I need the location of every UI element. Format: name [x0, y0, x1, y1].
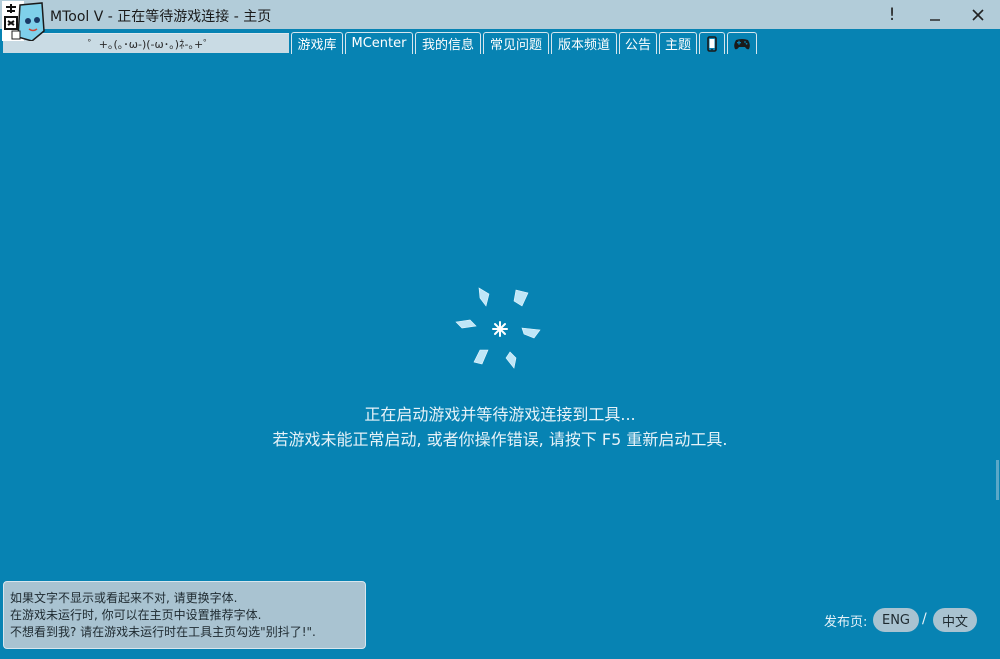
gamepad-icon	[734, 38, 750, 49]
status-hint: 若游戏未能正常启动, 或者你操作错误, 请按下 F5 重新启动工具.	[272, 430, 728, 449]
title-bar: MTool V - 正在等待游戏连接 - 主页 !	[0, 0, 1000, 29]
font-notice-panel: 如果文字不显示或看起来不对, 请更换字体. 在游戏未运行时, 你可以在主页中设置…	[3, 581, 366, 649]
alert-button[interactable]: !	[872, 2, 912, 27]
app-logo-icon	[2, 1, 45, 41]
tab-my-info[interactable]: 我的信息	[415, 32, 481, 54]
notice-line: 如果文字不显示或看起来不对, 请更换字体.	[10, 591, 238, 605]
tab-mcenter[interactable]: MCenter	[345, 32, 413, 54]
tab-game-library[interactable]: 游戏库	[291, 32, 343, 54]
status-message: 正在启动游戏并等待游戏连接到工具...	[364, 405, 636, 424]
minimize-button[interactable]	[915, 2, 955, 27]
loading-spinner-icon	[455, 287, 541, 369]
tab-mobile[interactable]	[699, 32, 725, 54]
tab-announcements[interactable]: 公告	[619, 32, 657, 54]
tab-version-channel[interactable]: 版本频道	[551, 32, 617, 54]
tab-theme[interactable]: 主题	[659, 32, 697, 54]
notice-line: 在游戏未运行时, 你可以在主页中设置推荐字体.	[10, 608, 262, 622]
release-page-label: 发布页:	[824, 615, 868, 630]
tab-faq[interactable]: 常见问题	[483, 32, 549, 54]
notice-line: 不想看到我? 请在游戏未运行时在工具主页勾选"别抖了!".	[10, 625, 316, 639]
resize-handle[interactable]	[996, 460, 999, 500]
tab-gamepad[interactable]	[727, 32, 757, 54]
lang-separator: /	[922, 611, 927, 627]
lang-eng-button[interactable]: ENG	[873, 608, 919, 632]
window-title: MTool V - 正在等待游戏连接 - 主页	[50, 9, 272, 25]
tab-strip: ゜+｡(｡･ω-)(-ω･｡)ﾈ-｡+゜ 游戏库 MCenter 我的信息 常见…	[0, 29, 1000, 54]
minimize-icon	[930, 18, 940, 21]
close-icon	[972, 8, 984, 21]
alert-icon: !	[888, 4, 896, 25]
lang-zh-button[interactable]: 中文	[933, 608, 977, 632]
close-button[interactable]	[958, 2, 998, 27]
phone-icon	[707, 35, 717, 52]
